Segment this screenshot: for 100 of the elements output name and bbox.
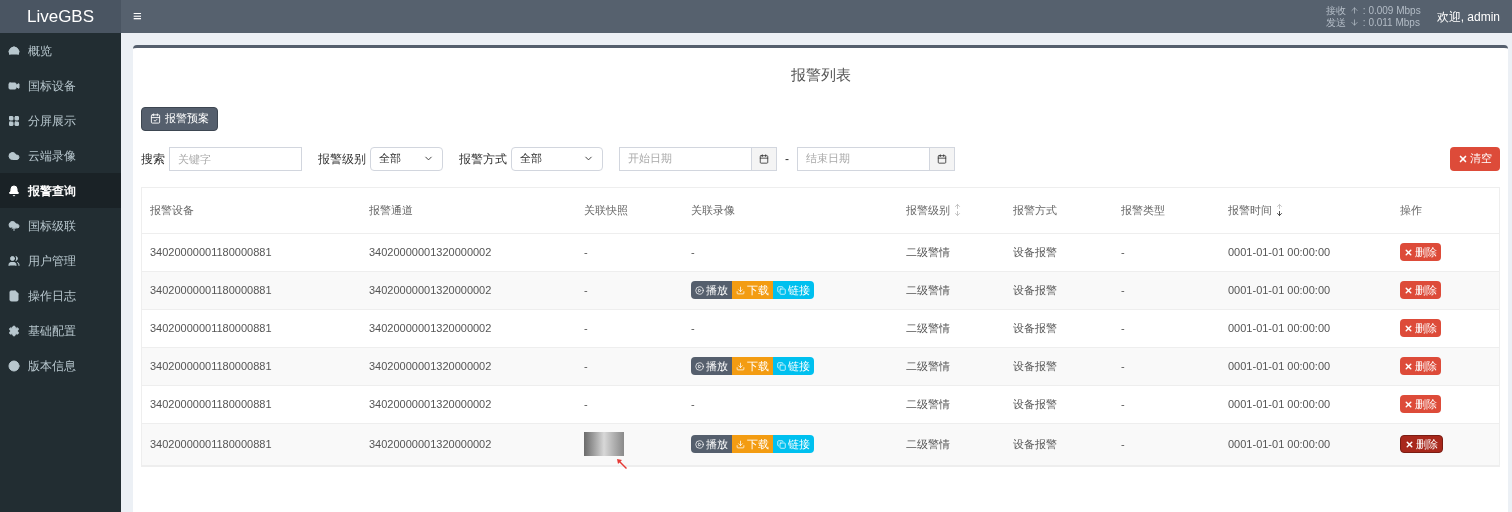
calendar-icon: [759, 153, 769, 164]
play-icon: [695, 285, 704, 295]
table-cell: 0001-01-01 00:00:00: [1228, 359, 1331, 372]
copy-icon: [777, 439, 786, 449]
range-separator: -: [785, 150, 789, 168]
table-cell: 0001-01-01 00:00:00: [1228, 321, 1331, 334]
arrow-down-icon: [1349, 18, 1359, 27]
page-title: 报警列表: [789, 65, 852, 85]
table-cell: 二级警情: [906, 359, 950, 372]
table-cell: 二级警情: [906, 397, 950, 410]
table-cell: -: [691, 245, 695, 258]
calendar-addon[interactable]: [752, 146, 777, 171]
table-cell: 0001-01-01 00:00:00: [1228, 437, 1331, 450]
table-cell: -: [1121, 397, 1125, 410]
sidebar-item[interactable]: 操作日志: [0, 278, 121, 313]
close-icon: [1404, 323, 1413, 333]
play-button[interactable]: 播放: [691, 357, 732, 375]
download-icon: [736, 439, 745, 449]
table-cell: 34020000001320000002: [369, 245, 492, 258]
sidebar-item[interactable]: 报警查询: [0, 173, 121, 208]
calendar-icon: [937, 153, 947, 164]
users-icon: [8, 254, 20, 267]
download-icon: [736, 361, 745, 371]
menu-toggle[interactable]: ≡: [133, 5, 142, 28]
sidebar-item[interactable]: 用户管理: [0, 243, 121, 278]
sidebar-item[interactable]: 分屏展示: [0, 103, 121, 138]
table-cell: 二级警情: [906, 283, 950, 296]
table-cell: 34020000001320000002: [369, 397, 492, 410]
delete-button[interactable]: 删除: [1400, 319, 1441, 337]
level-select[interactable]: 全部: [370, 146, 443, 171]
welcome-text[interactable]: 欢迎, admin: [1436, 7, 1500, 26]
search-field[interactable]: 关键字: [169, 146, 302, 171]
delete-button[interactable]: 删除: [1400, 281, 1441, 299]
copy-icon: [777, 361, 786, 371]
sort-icon[interactable]: [1276, 203, 1283, 217]
table-cell: -: [1121, 283, 1125, 296]
delete-button[interactable]: 删除: [1400, 357, 1441, 375]
table-cell: -: [1121, 245, 1125, 258]
end-date-field[interactable]: 结束日期: [797, 146, 930, 171]
download-icon: [736, 285, 745, 295]
close-icon: [1404, 399, 1413, 409]
table-cell: 34020000001180000881: [150, 321, 272, 334]
close-icon: [1404, 361, 1413, 371]
brand-logo[interactable]: LiveGBS: [0, 0, 121, 33]
delete-button[interactable]: 删除: [1400, 395, 1441, 413]
table-cell: 二级警情: [906, 245, 950, 258]
column-header: 报警方式: [1013, 202, 1057, 218]
arrow-up-icon: [1349, 6, 1359, 15]
table-cell: 34020000001180000881: [150, 397, 272, 410]
table-cell: 设备报警: [1013, 245, 1057, 258]
table-cell: -: [584, 359, 588, 372]
clear-button[interactable]: 清空: [1450, 146, 1500, 171]
cloud-icon: [8, 149, 20, 162]
play-button[interactable]: 播放: [691, 435, 732, 453]
table-cell: -: [584, 283, 588, 296]
table-cell: 34020000001320000002: [369, 359, 492, 372]
delete-button[interactable]: 删除: [1400, 243, 1441, 261]
table-cell: 0001-01-01 00:00:00: [1228, 283, 1331, 296]
play-button[interactable]: 播放: [691, 281, 732, 299]
photo-placeholder[interactable]: [584, 432, 624, 456]
sidebar-item[interactable]: 基础配置: [0, 313, 121, 348]
table-cell: 34020000001320000002: [369, 321, 492, 334]
table-cell: -: [1121, 321, 1125, 334]
bell-icon: [8, 184, 20, 197]
send-rate: : 0.011 Mbps: [1362, 16, 1420, 29]
delete-button[interactable]: 删除: [1400, 435, 1443, 453]
sidebar-item[interactable]: 国标设备: [0, 68, 121, 103]
play-icon: [695, 361, 704, 371]
table-cell: -: [1121, 359, 1125, 372]
sidebar-item[interactable]: 版本信息: [0, 348, 121, 383]
table-cell: 34020000001320000002: [369, 283, 492, 296]
search-label: 搜索: [141, 150, 165, 168]
receive-label: 接收: [1325, 4, 1346, 17]
method-label: 报警方式: [459, 150, 507, 168]
copy-icon: [777, 285, 786, 295]
sidebar-item[interactable]: 概览: [0, 33, 121, 68]
table-cell: 设备报警: [1013, 437, 1057, 450]
column-header: 操作: [1400, 202, 1422, 218]
alarm-plan-button[interactable]: 报警预案: [141, 106, 218, 131]
table-cell: -: [691, 321, 695, 334]
table-cell: -: [584, 245, 588, 258]
column-header: 报警级别: [906, 202, 950, 218]
table-cell: 二级警情: [906, 437, 950, 450]
sidebar-item[interactable]: 云端录像: [0, 138, 121, 173]
column-header: 报警设备: [150, 202, 194, 218]
table-cell: -: [584, 397, 588, 410]
sidebar-item[interactable]: 国标级联: [0, 208, 121, 243]
table-cell: -: [1121, 437, 1125, 450]
send-label: 发送: [1325, 16, 1346, 29]
start-date-field[interactable]: 开始日期: [619, 146, 752, 171]
file-icon: [8, 289, 20, 302]
column-header: 关联录像: [691, 202, 735, 218]
table-cell: -: [584, 321, 588, 334]
method-select[interactable]: 全部: [511, 146, 603, 171]
close-icon: [1458, 153, 1468, 164]
calendar-addon[interactable]: [930, 146, 955, 171]
table-cell: 设备报警: [1013, 321, 1057, 334]
table-cell: 设备报警: [1013, 283, 1057, 296]
settings-icon: [8, 324, 20, 337]
table-cell: 34020000001320000002: [369, 437, 492, 450]
